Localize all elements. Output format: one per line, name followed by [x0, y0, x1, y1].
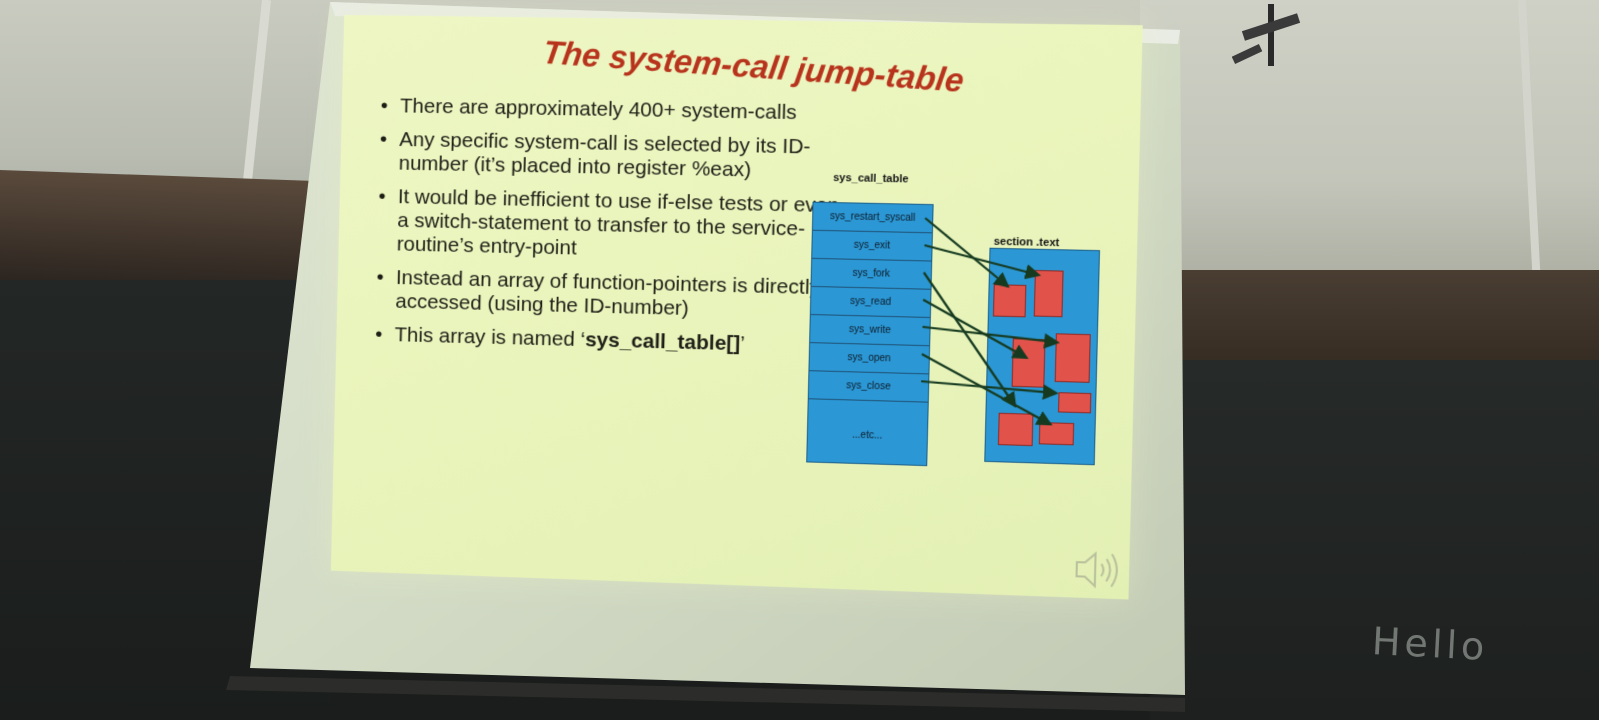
bullet-item: It would be inefficient to use if-else t…	[377, 185, 843, 267]
bullet-text: This array is named ‘	[394, 323, 585, 351]
pointer-arrows	[806, 172, 1119, 493]
bullet-item: Instead an array of function-pointers is…	[376, 266, 841, 325]
speaker-icon	[1072, 547, 1120, 593]
bullet-code: sys_call_table[]	[585, 328, 741, 355]
bullet-list: There are approximately 400+ system-call…	[375, 94, 845, 369]
slide: The system-call jump-table There are app…	[331, 15, 1143, 600]
jump-table-diagram: sys_call_table sys_restart_syscall sys_e…	[806, 172, 1119, 493]
bullet-item: There are approximately 400+ system-call…	[380, 94, 845, 126]
bullet-text: ’	[740, 332, 745, 355]
slide-title: The system-call jump-table	[540, 33, 966, 99]
bullet-item: Any specific system-call is selected by …	[379, 128, 844, 184]
bullet-item: This array is named ‘sys_call_table[]’	[375, 323, 840, 359]
